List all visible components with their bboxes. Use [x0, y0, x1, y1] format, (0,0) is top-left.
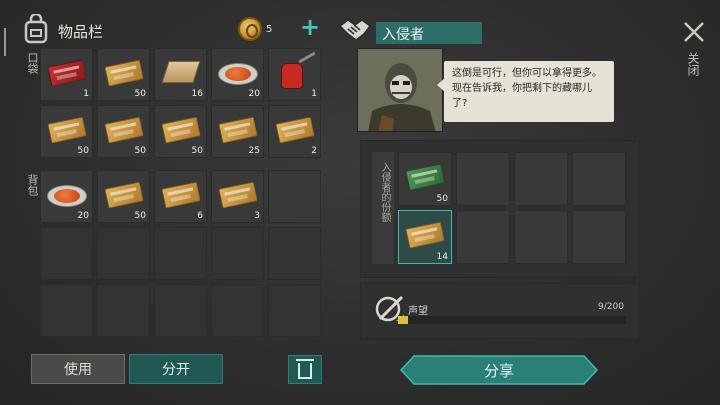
food-dish-icon — [47, 185, 87, 207]
reputation-progress-fill — [398, 316, 409, 324]
backpack-slot[interactable] — [97, 284, 150, 337]
backpack-grid: 20 50 6 3 — [40, 170, 321, 337]
trash-button[interactable] — [288, 355, 322, 384]
backpack-slot[interactable]: 50 — [97, 170, 150, 223]
item-count: 14 — [436, 252, 448, 262]
item-count: 25 — [248, 146, 260, 156]
share-slot[interactable] — [572, 152, 626, 206]
backpack-slot[interactable] — [268, 284, 321, 337]
side-scroll-indicator — [4, 28, 6, 56]
close-label[interactable]: 关闭 — [686, 52, 702, 76]
pocket-slot[interactable]: 20 — [211, 48, 264, 101]
close-icon[interactable] — [682, 20, 706, 44]
backpack-slot[interactable]: 3 — [211, 170, 264, 223]
trash-icon — [296, 359, 314, 379]
red-coupon-icon — [47, 59, 87, 87]
item-count: 3 — [254, 211, 260, 221]
green-coupon-icon — [405, 163, 445, 191]
item-count: 50 — [77, 146, 89, 156]
coin-icon — [238, 17, 262, 41]
pocket-slot[interactable]: 1 — [268, 48, 321, 101]
oil-can-icon — [281, 63, 303, 89]
food-dish-icon — [218, 63, 258, 85]
gold-coupon-icon — [47, 116, 87, 144]
item-count: 20 — [77, 211, 89, 221]
pocket-slot[interactable]: 25 — [211, 105, 264, 158]
backpack-slot[interactable] — [268, 227, 321, 280]
intruder-share-label-box: 入侵者的份额 — [372, 152, 394, 264]
backpack-label: 背包 — [26, 174, 39, 196]
handshake-icon — [338, 19, 372, 41]
backpack-slot[interactable]: 20 — [40, 170, 93, 223]
backpack-slot[interactable] — [40, 284, 93, 337]
item-count: 1 — [83, 89, 89, 99]
gold-coupon-icon — [218, 116, 258, 144]
use-button[interactable]: 使用 — [31, 354, 125, 384]
item-count: 1 — [311, 89, 317, 99]
gold-coupon-icon — [104, 116, 144, 144]
gold-coupon-icon — [161, 116, 201, 144]
wood-plank-icon — [161, 61, 201, 83]
inventory-title: 物品栏 — [58, 23, 104, 41]
gold-coupon-icon — [275, 116, 315, 144]
intruder-portrait — [357, 48, 443, 132]
backpack-icon — [24, 14, 48, 44]
pocket-slot[interactable]: 1 — [40, 48, 93, 101]
reputation-value: 9/200 — [598, 302, 624, 312]
gold-coupon-icon — [104, 181, 144, 209]
share-slot-selected[interactable]: 14 — [398, 210, 452, 264]
backpack-slot[interactable] — [97, 227, 150, 280]
item-count: 50 — [191, 146, 203, 156]
pocket-slot[interactable]: 16 — [154, 48, 207, 101]
gold-coupon-icon — [161, 181, 201, 209]
pocket-slot[interactable]: 50 — [97, 48, 150, 101]
share-slot[interactable]: 50 — [398, 152, 452, 206]
share-button-label: 分享 — [483, 361, 514, 380]
item-count: 50 — [436, 194, 448, 204]
share-slot[interactable] — [456, 152, 510, 206]
masked-soldier-image — [358, 49, 442, 131]
add-coins-button[interactable]: + — [300, 15, 320, 39]
gold-coupon-icon — [405, 221, 445, 249]
backpack-slot[interactable]: 6 — [154, 170, 207, 223]
backpack-slot[interactable] — [211, 284, 264, 337]
pocket-slot[interactable]: 2 — [268, 105, 321, 158]
pocket-label: 口袋 — [26, 52, 39, 74]
reputation-progress-bar — [398, 316, 626, 324]
item-count: 50 — [134, 146, 146, 156]
intruder-dialogue: 这倒是可行，但你可以拿得更多。现在告诉我，你把剩下的藏哪儿了? — [452, 68, 602, 109]
backpack-slot[interactable] — [211, 227, 264, 280]
pocket-grid: 1 50 16 20 1 50 50 50 25 2 — [40, 48, 321, 158]
item-count: 50 — [134, 211, 146, 221]
pocket-slot[interactable]: 50 — [97, 105, 150, 158]
reputation-label: 声望 — [408, 306, 428, 317]
intruder-share-label: 入侵者的份额 — [379, 162, 390, 222]
intruder-share-grid: 50 14 — [398, 152, 626, 264]
share-slot[interactable] — [514, 152, 568, 206]
backpack-slot[interactable] — [154, 227, 207, 280]
intruder-name: 入侵者 — [382, 27, 424, 43]
pocket-slot[interactable]: 50 — [154, 105, 207, 158]
item-count: 2 — [311, 146, 317, 156]
backpack-slot[interactable] — [40, 227, 93, 280]
split-button[interactable]: 分开 — [129, 354, 223, 384]
item-count: 50 — [134, 89, 146, 99]
pocket-slot[interactable]: 50 — [40, 105, 93, 158]
share-slot[interactable] — [572, 210, 626, 264]
gold-coupon-icon — [218, 181, 258, 209]
coin-count: 5 — [266, 24, 273, 35]
item-count: 6 — [197, 211, 203, 221]
speech-bubble: 这倒是可行，但你可以拿得更多。现在告诉我，你把剩下的藏哪儿了? — [444, 61, 614, 122]
item-count: 20 — [248, 89, 260, 99]
backpack-slot[interactable] — [154, 284, 207, 337]
share-slot[interactable] — [514, 210, 568, 264]
share-slot[interactable] — [456, 210, 510, 264]
share-button[interactable]: 分享 — [400, 355, 598, 385]
item-count: 16 — [191, 89, 203, 99]
backpack-slot[interactable] — [268, 170, 321, 223]
gold-coupon-icon — [104, 59, 144, 87]
